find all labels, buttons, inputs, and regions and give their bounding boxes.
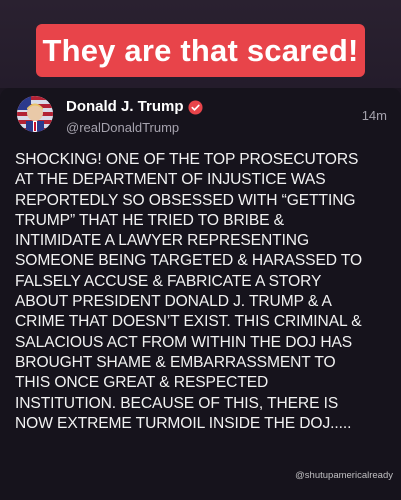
watermark: @shutupamericalready xyxy=(295,470,393,481)
author-handle[interactable]: @realDonaldTrump xyxy=(66,120,179,136)
flag-portrait-avatar-icon xyxy=(17,96,53,132)
verified-badge-icon xyxy=(188,100,203,115)
post-body-line: SHOCKING! ONE OF THE TOP PROSECUTORS xyxy=(15,151,359,168)
post-body-line: THIS ONCE GREAT & RESPECTED xyxy=(15,374,269,392)
post-body-line: BROUGHT SHAME & EMBARRASSMENT TO xyxy=(15,353,336,371)
post-body-line: SALACIOUS ACT FROM WITHIN THE DOJ HAS xyxy=(15,333,353,351)
post-body-line: INTIMIDATE A LAWYER REPRESENTING xyxy=(15,232,309,250)
caption-banner: They are that scared! xyxy=(36,24,365,77)
post-body: SHOCKING! ONE OF THE TOP PROSECUTORS AT … xyxy=(15,150,395,434)
post-body-line: SOMEONE BEING TARGETED & HARASSED TO xyxy=(15,252,363,270)
post-body-line: FALSELY ACCUSE & FABRICATE A STORY xyxy=(15,272,322,290)
author-display-name[interactable]: Donald J. Trump xyxy=(66,98,184,116)
post-body-line: REPORTEDLY SO OBSESSED WITH “GETTING xyxy=(15,191,356,209)
avatar[interactable] xyxy=(17,96,53,132)
post-timestamp: 14m xyxy=(361,108,387,123)
post-body-line: TRUMP” THAT HE TRIED TO BRIBE & xyxy=(15,211,284,229)
post-body-line: AT THE DEPARTMENT OF INJUSTICE WAS xyxy=(15,171,326,189)
post-body-line: NOW EXTREME TURMOIL INSIDE THE DOJ..... xyxy=(15,414,352,432)
post-body-line: ABOUT PRESIDENT DONALD J. TRUMP & A xyxy=(15,293,332,311)
post-body-line: CRIME THAT DOESN’T EXIST. THIS CRIMINAL … xyxy=(15,313,362,331)
post-body-line: INSTITUTION. BECAUSE OF THIS, THERE IS xyxy=(15,394,339,412)
